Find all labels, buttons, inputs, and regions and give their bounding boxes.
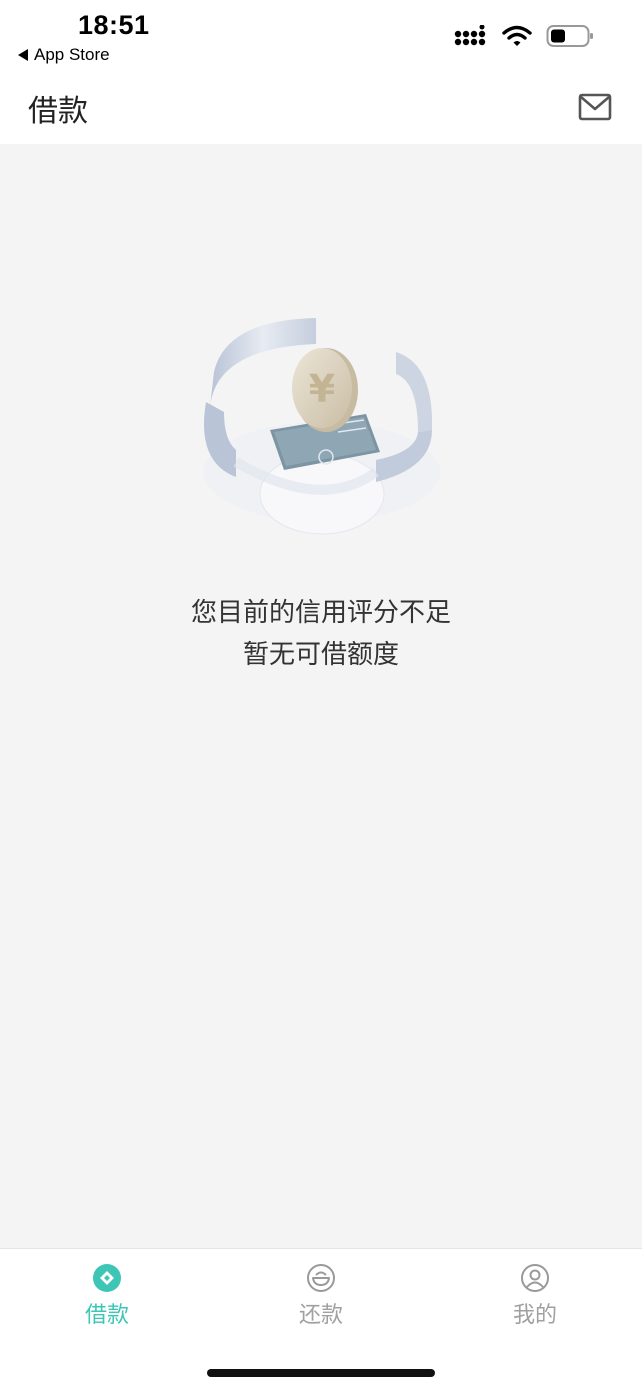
status-icons bbox=[454, 24, 594, 48]
page-title: 借款 bbox=[28, 94, 88, 129]
battery-icon bbox=[546, 25, 593, 47]
cellular-signal-icon bbox=[454, 25, 486, 46]
back-to-app-store[interactable]: App Store bbox=[18, 45, 110, 65]
wifi-icon bbox=[502, 25, 532, 46]
message-line-1: 您目前的信用评分不足 bbox=[190, 598, 451, 628]
yen-coin-illustration-icon: ¥ bbox=[204, 318, 440, 535]
mail-icon[interactable] bbox=[578, 92, 612, 122]
tab-mine[interactable]: 我的 bbox=[475, 1263, 595, 1329]
svg-text:¥: ¥ bbox=[309, 367, 335, 411]
message-line-2: 暂无可借额度 bbox=[242, 640, 399, 670]
main-content: ¥ 您目前的信用评分不足 暂无可借额度 bbox=[0, 144, 642, 1248]
tab-repay[interactable]: 还款 bbox=[261, 1263, 381, 1329]
repay-bowl-icon bbox=[307, 1264, 335, 1292]
loan-diamond-icon bbox=[93, 1264, 121, 1292]
status-time: 18:51 bbox=[78, 10, 150, 40]
nav-bar: 借款 bbox=[0, 76, 642, 144]
credit-message: 您目前的信用评分不足 暂无可借额度 bbox=[0, 592, 642, 676]
back-label: App Store bbox=[34, 45, 110, 64]
back-arrow-icon bbox=[18, 49, 28, 61]
home-indicator[interactable] bbox=[207, 1369, 435, 1377]
tab-repay-label: 还款 bbox=[298, 1303, 343, 1328]
tab-loan-label: 借款 bbox=[84, 1303, 129, 1328]
tab-bar: 借款 还款 我的 bbox=[0, 1248, 642, 1390]
profile-icon bbox=[521, 1264, 549, 1292]
tab-mine-label: 我的 bbox=[512, 1303, 557, 1328]
tab-loan[interactable]: 借款 bbox=[47, 1263, 167, 1329]
status-bar: 18:51 App Store bbox=[0, 0, 642, 76]
